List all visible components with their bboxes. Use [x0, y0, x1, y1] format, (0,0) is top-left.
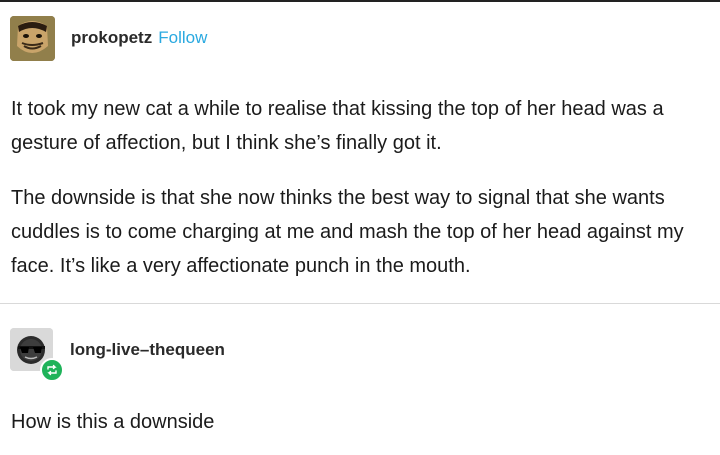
post-paragraph-2: The downside is that she now thinks the …	[11, 187, 684, 277]
follow-button[interactable]: Follow	[158, 28, 207, 48]
reblog-text: How is this a downside	[11, 411, 215, 433]
reblog-icon	[40, 358, 64, 382]
post-header: prokopetz Follow	[10, 14, 207, 62]
reblog-avatar-wrap	[10, 328, 64, 382]
post-author-username[interactable]: prokopetz	[71, 28, 152, 48]
top-border	[0, 0, 720, 2]
avatar-icon	[10, 15, 55, 61]
reblog-header: long-live–thequeen	[10, 328, 225, 382]
avatar[interactable]	[10, 15, 55, 61]
divider	[0, 303, 720, 304]
post-paragraph-1: It took my new cat a while to realise th…	[11, 98, 664, 154]
reblog-author-username[interactable]: long-live–thequeen	[70, 340, 225, 360]
